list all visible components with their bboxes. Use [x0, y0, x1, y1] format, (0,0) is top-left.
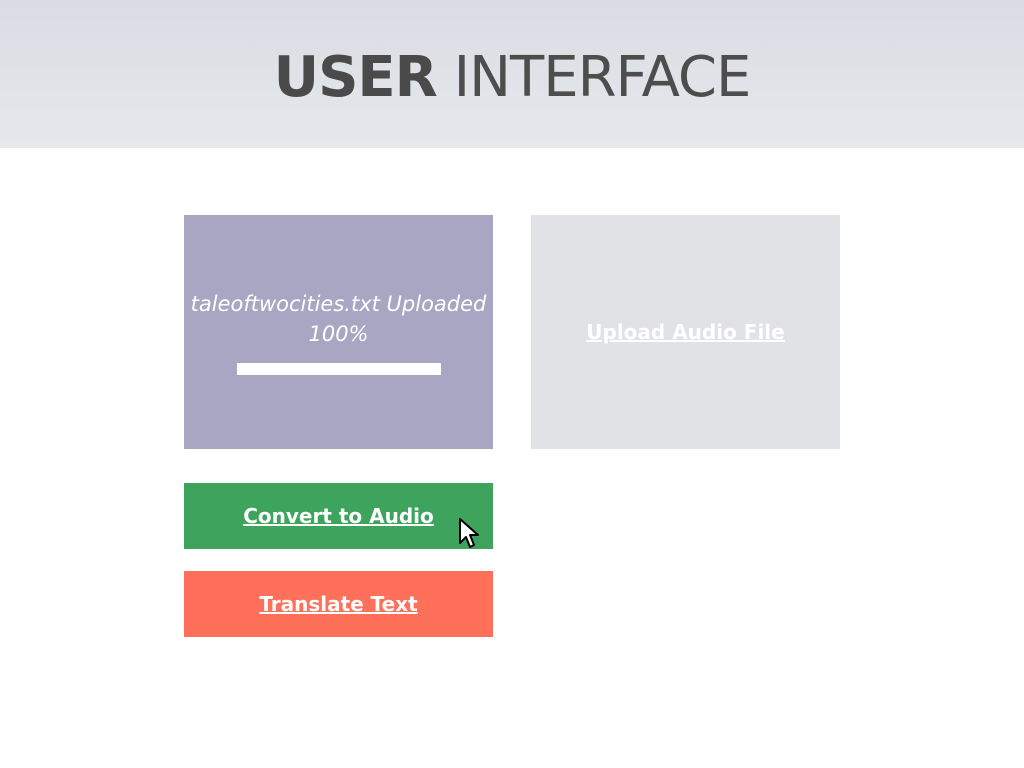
upload-progress-bar: [236, 363, 441, 375]
header-banner: USER INTERFACE: [0, 0, 1024, 148]
mouse-pointer-icon: [459, 518, 479, 548]
page-title: USER INTERFACE: [0, 42, 1024, 114]
upload-audio-panel[interactable]: Upload Audio File: [531, 215, 840, 449]
translate-text-button[interactable]: Translate Text: [184, 571, 493, 637]
upload-progress-fill: [236, 363, 441, 375]
upload-text-panel: taleoftwocities.txt Uploaded 100%: [184, 215, 493, 449]
page-title-light: INTERFACE: [453, 45, 752, 110]
convert-to-audio-button[interactable]: Convert to Audio: [184, 483, 493, 549]
upload-status-text: taleoftwocities.txt Uploaded 100%: [190, 292, 487, 346]
upload-audio-link[interactable]: Upload Audio File: [586, 320, 784, 344]
page-title-bold: USER: [273, 45, 438, 110]
